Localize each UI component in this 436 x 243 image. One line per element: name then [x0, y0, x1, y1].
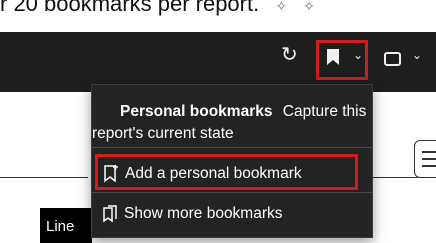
divider — [372, 177, 418, 178]
menu-item-label: Show more bookmarks — [124, 205, 283, 222]
menu-header: Personal bookmarks Capture this report's… — [92, 101, 372, 145]
caption: r 20 bookmarks per report. ✧ ✧ — [0, 0, 436, 19]
bookmarks-icon — [103, 205, 117, 223]
report-toolbar — [0, 32, 436, 92]
filter-panel-icon[interactable] — [414, 140, 436, 178]
chevron-down-icon[interactable]: ⌄ — [412, 48, 422, 62]
add-personal-bookmark-item[interactable]: Add a personal bookmark — [95, 154, 358, 190]
sparkle-icon: ✧ — [303, 0, 315, 14]
bookmarks-menu: Personal bookmarks Capture this report's… — [91, 84, 373, 238]
visual-tab[interactable]: Line — [40, 208, 92, 243]
menu-header-desc-2: report's current state — [92, 125, 234, 142]
redo-icon[interactable]: ↻ — [281, 45, 298, 65]
menu-header-desc: Capture this — [282, 103, 367, 120]
menu-item-label: Add a personal bookmark — [125, 165, 302, 182]
bookmark-add-icon — [104, 165, 118, 183]
caption-text: r 20 bookmarks per report. — [0, 0, 260, 16]
show-more-bookmarks-item[interactable]: Show more bookmarks — [98, 198, 352, 230]
chevron-down-icon[interactable]: ⌄ — [353, 48, 363, 62]
visual-tab-label: Line — [46, 218, 75, 235]
menu-header-title: Personal bookmarks — [120, 103, 273, 120]
view-icon[interactable] — [384, 52, 401, 66]
menu-separator — [92, 192, 372, 193]
menu-separator — [92, 147, 372, 148]
bookmark-icon[interactable] — [326, 48, 340, 66]
sparkle-icon: ✧ — [275, 0, 288, 14]
divider — [0, 177, 88, 178]
